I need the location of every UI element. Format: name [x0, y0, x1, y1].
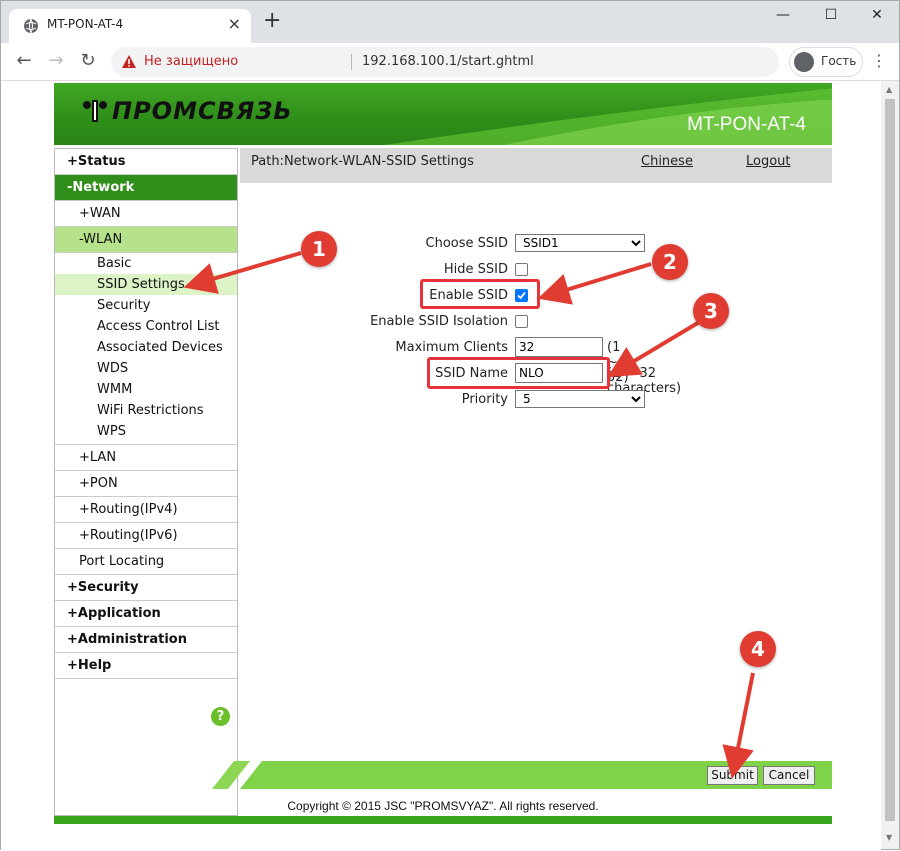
arrow-2 [537, 262, 652, 305]
ssid-isolation-label: Enable SSID Isolation [370, 314, 508, 329]
brand-name: ПРОМСВЯЗЬ [112, 97, 293, 125]
sidebar-item-wds[interactable]: WDS [55, 358, 237, 379]
sidebar-nav: +Status -Network +WAN -WLAN Basic SSID S… [54, 148, 238, 816]
breadcrumb-bar: Path:Network-WLAN-SSID Settings Chinese … [240, 148, 832, 183]
logout-link[interactable]: Logout [746, 154, 791, 169]
max-clients-label: Maximum Clients [395, 340, 508, 355]
sidebar-item-status[interactable]: +Status [55, 149, 237, 175]
tab-title: MT-PON-AT-4 [47, 17, 124, 31]
insecure-label[interactable]: Не защищено [144, 54, 238, 69]
step-marker-2: 2 [652, 244, 688, 280]
scroll-down-icon[interactable]: ▼ [886, 833, 892, 842]
hide-ssid-label: Hide SSID [443, 262, 508, 277]
chinese-link[interactable]: Chinese [641, 154, 693, 169]
sidebar-item-wps[interactable]: WPS [55, 421, 237, 445]
sidebar-item-administration[interactable]: +Administration [55, 627, 237, 653]
device-model: MT-PON-AT-4 [687, 114, 806, 135]
new-tab-icon[interactable]: + [263, 10, 281, 32]
sidebar-item-wlan[interactable]: -WLAN [55, 227, 237, 253]
reload-icon[interactable]: ↻ [77, 50, 99, 71]
more-menu-icon[interactable]: ⋮ [871, 51, 887, 70]
copyright-text: Copyright © 2015 JSC "PROMSVYAZ". All ri… [287, 799, 599, 813]
warning-icon [122, 55, 136, 68]
back-icon[interactable]: ← [13, 50, 35, 71]
sidebar-item-network[interactable]: -Network [55, 175, 237, 201]
minimize-icon[interactable]: — [773, 7, 793, 23]
scroll-up-icon[interactable]: ▲ [886, 85, 892, 94]
hide-ssid-checkbox[interactable] [515, 263, 528, 276]
ssid-isolation-checkbox[interactable] [515, 315, 528, 328]
sidebar-item-routing-ipv4[interactable]: +Routing(IPv4) [55, 497, 237, 523]
sidebar-item-acl[interactable]: Access Control List [55, 316, 237, 337]
profile-button[interactable]: Гость [789, 47, 863, 77]
sidebar-item-lan[interactable]: +LAN [55, 445, 237, 471]
globe-icon [24, 18, 38, 34]
tab-strip: MT-PON-AT-4 × + — ☐ ✕ [1, 1, 899, 43]
sidebar-item-basic[interactable]: Basic [55, 253, 237, 274]
sidebar-item-wmm[interactable]: WMM [55, 379, 237, 400]
close-tab-icon[interactable]: × [228, 14, 241, 33]
page-viewport: ПРОМСВЯЗЬ MT-PON-AT-4 +Status -Network +… [1, 81, 881, 851]
step-marker-4: 4 [740, 631, 776, 667]
sidebar-item-application[interactable]: +Application [55, 601, 237, 627]
max-clients-input[interactable] [515, 337, 603, 357]
scroll-thumb[interactable] [885, 99, 895, 821]
sidebar-item-help[interactable]: +Help [55, 653, 237, 679]
arrow-4 [722, 672, 755, 779]
priority-label: Priority [461, 392, 508, 407]
cancel-button[interactable]: Cancel [763, 766, 815, 785]
router-banner: ПРОМСВЯЗЬ MT-PON-AT-4 [54, 83, 832, 145]
choose-ssid-label: Choose SSID [425, 236, 508, 251]
ssid-name-highlight [427, 357, 610, 389]
help-icon[interactable]: ? [211, 707, 230, 726]
sidebar-item-pon[interactable]: +PON [55, 471, 237, 497]
enable-ssid-highlight [420, 279, 540, 309]
priority-select[interactable]: 5 [515, 390, 645, 408]
vertical-scrollbar[interactable]: ▲ ▼ [881, 81, 899, 849]
choose-ssid-select[interactable]: SSID1 [515, 234, 645, 252]
breadcrumb: Path:Network-WLAN-SSID Settings [251, 154, 474, 169]
address-bar[interactable]: Не защищено 192.168.100.1/start.ghtml [111, 47, 779, 77]
sidebar-item-wifi-restrictions[interactable]: WiFi Restrictions [55, 400, 237, 421]
avatar-icon [794, 52, 814, 72]
bottom-strip [54, 816, 832, 824]
arrow-3 [607, 319, 703, 378]
step-marker-1: 1 [301, 231, 337, 267]
sidebar-item-wan[interactable]: +WAN [55, 201, 237, 227]
close-window-icon[interactable]: ✕ [867, 7, 887, 23]
url-text[interactable]: 192.168.100.1/start.ghtml [362, 54, 534, 69]
sidebar-item-port-locating[interactable]: Port Locating [55, 549, 237, 575]
submit-button[interactable]: Submit [707, 766, 758, 785]
maximize-icon[interactable]: ☐ [821, 7, 841, 23]
forward-icon[interactable]: → [45, 50, 67, 71]
sidebar-item-routing-ipv6[interactable]: +Routing(IPv6) [55, 523, 237, 549]
browser-tab[interactable]: MT-PON-AT-4 × [9, 9, 251, 43]
sidebar-item-security[interactable]: +Security [55, 575, 237, 601]
address-toolbar: ← → ↻ Не защищено 192.168.100.1/start.gh… [1, 43, 899, 81]
brand-logo-icon [83, 100, 107, 122]
sidebar-item-security-wlan[interactable]: Security [55, 295, 237, 316]
divider [351, 54, 352, 70]
sidebar-item-ssid-settings[interactable]: SSID Settings [55, 274, 237, 295]
browser-window: MT-PON-AT-4 × + — ☐ ✕ ← → ↻ Не защищено … [0, 0, 900, 851]
profile-label: Гость [821, 54, 857, 68]
sidebar-item-associated-devices[interactable]: Associated Devices [55, 337, 237, 358]
step-marker-3: 3 [693, 293, 729, 329]
